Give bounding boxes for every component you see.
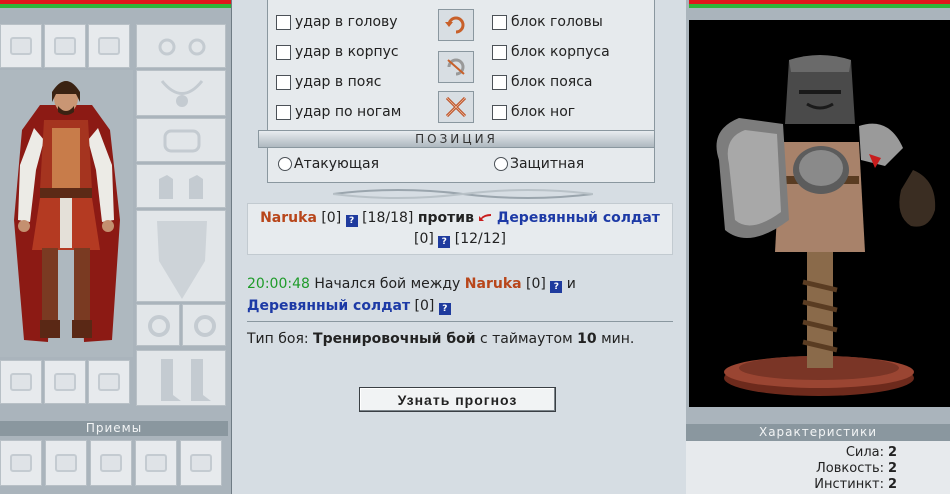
position-defense-radio[interactable]: Защитная [494,156,584,172]
attack-waist-checkbox[interactable]: удар в пояс [276,74,381,90]
crossed-swords-icon [445,96,467,118]
equip-slot-ring-2[interactable] [182,304,226,346]
equip-slot-top-2[interactable] [44,24,86,68]
stat-row-instinct: Инстинкт: 2 [814,477,898,492]
equip-slot-gloves[interactable] [136,164,226,208]
log-enemy-name[interactable]: Деревянный солдат [247,298,410,314]
refresh-button[interactable] [438,9,474,41]
position-attack-radio[interactable]: Атакующая [278,156,379,172]
technique-slot-5[interactable] [180,440,222,486]
enemy-hp-bar [689,0,950,8]
position-header: ПОЗИЦИЯ [258,130,655,148]
attack-head-checkbox[interactable]: удар в голову [276,14,398,30]
battle-info: Naruka [0] ? [18/18] против Деревянный с… [247,203,673,255]
stat-row-strength: Сила: 2 [845,445,898,460]
technique-slot-4[interactable] [135,440,177,486]
forecast-button[interactable]: Узнать прогноз [359,387,556,412]
divider [247,321,673,322]
battle-log: 20:00:48 Начался бой между Naruka [0] ? … [247,276,576,315]
enemy-panel: Характеристики Сила: 2 Ловкость: 2 Инстинк… [686,0,950,494]
techniques-header: Приемы [0,421,228,436]
equip-slot-shield[interactable] [136,210,226,302]
equip-slot-top-3[interactable] [88,24,130,68]
enemy-name[interactable]: Деревянный солдат [497,210,660,226]
attack-legs-checkbox[interactable]: удар по ногам [276,104,401,120]
random-icon [447,58,465,76]
battle-type: Тип боя: Тренировочный бой с таймаутом 1… [247,331,635,347]
player-avatar [0,70,133,357]
stats-panel: Характеристики Сила: 2 Ловкость: 2 Инстинк… [686,424,950,494]
log-enemy-info-icon[interactable]: ? [438,303,451,315]
block-legs-checkbox[interactable]: блок ног [492,104,575,120]
stat-row-agility: Ловкость: 2 [816,461,898,476]
enemy-info-icon[interactable]: ? [438,236,451,248]
block-head-checkbox[interactable]: блок головы [492,14,603,30]
equip-slot-earrings[interactable] [136,24,226,68]
player-info-icon[interactable]: ? [345,215,358,227]
attack-body-checkbox[interactable]: удар в корпус [276,44,399,60]
stats-header: Характеристики [686,424,950,441]
attack-button[interactable] [438,91,474,123]
block-waist-checkbox[interactable]: блок пояса [492,74,592,90]
refresh-icon [445,16,465,34]
player-panel: Приемы [0,0,232,494]
block-body-checkbox[interactable]: блок корпуса [492,44,610,60]
enemy-avatar [689,20,950,407]
technique-slot-2[interactable] [45,440,87,486]
equip-slot-bottom-3[interactable] [88,360,130,404]
equip-slot-ring-1[interactable] [136,304,180,346]
battle-center: удар в голову удар в корпус удар в пояс … [233,0,685,494]
player-hp-bar [0,0,231,8]
technique-slot-3[interactable] [90,440,132,486]
action-panel: удар в голову удар в корпус удар в пояс … [258,0,655,183]
log-player-info-icon[interactable]: ? [550,281,563,293]
equip-slot-amulet[interactable] [136,70,226,116]
equip-slot-bottom-2[interactable] [44,360,86,404]
technique-slot-1[interactable] [0,440,42,486]
ornament-divider [333,189,593,199]
equip-slot-bottom-1[interactable] [0,360,42,404]
log-player-name[interactable]: Naruka [465,276,522,292]
log-time: 20:00:48 [247,276,310,292]
arrow-left-icon [479,214,492,221]
equip-slot-bracers[interactable] [136,118,226,162]
player-name[interactable]: Naruka [260,210,317,226]
random-button[interactable] [438,51,474,83]
equip-slot-boots[interactable] [136,350,226,406]
equip-slot-top-1[interactable] [0,24,42,68]
